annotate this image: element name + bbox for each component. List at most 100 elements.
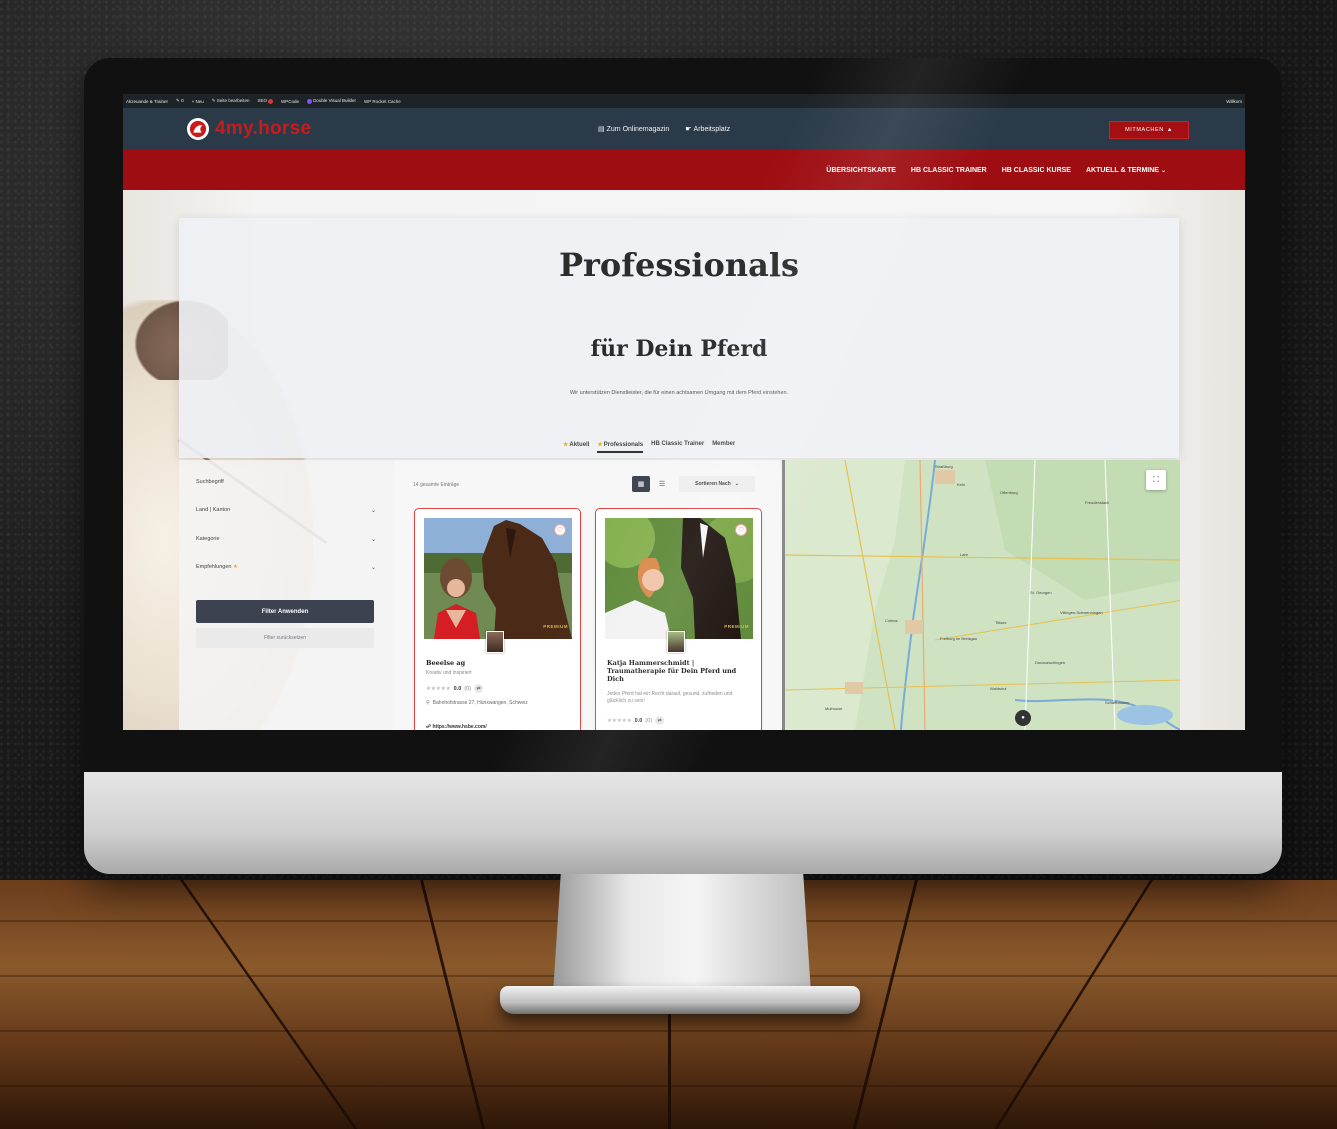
map-view[interactable]: Straßburg Offenburg Freudenstadt Kehl La…	[782, 460, 1180, 730]
category-label: Kategorie	[196, 536, 220, 542]
compare-icon[interactable]: ⇄	[474, 684, 484, 693]
map-label: Donaueschingen	[1035, 660, 1066, 665]
page-title: Professionals	[558, 246, 800, 284]
admin-comments[interactable]: ✎ 0	[176, 98, 184, 104]
map-label: Freudenstadt	[1085, 500, 1109, 505]
compare-icon[interactable]: ⇄	[655, 716, 665, 725]
join-button-label: Mitmachen	[1125, 127, 1164, 133]
reset-filter-button[interactable]: Filter zurücksetzen	[196, 628, 374, 648]
dvb-label: Double Visual Builder	[313, 98, 357, 104]
review-count: (0)	[464, 685, 472, 692]
tab-hb-classic-trainer[interactable]: HB Classic Trainer	[651, 441, 704, 453]
chevron-down-icon: ⌄	[370, 564, 376, 571]
header-links: ▤ Zum Onlinemagazin ☛ Arbeitsplatz	[598, 108, 730, 150]
monitor-stand	[553, 874, 811, 994]
listing-photo: ♡ PREMIUM	[605, 518, 753, 639]
nav-item-map[interactable]: ÜBERSICHTSKARTE	[826, 167, 896, 174]
magazine-link-label: Zum Onlinemagazin	[606, 126, 670, 133]
tab-professionals[interactable]: ★Professionals	[597, 441, 644, 453]
listing-title: Beeelse ag	[426, 659, 466, 667]
listing-photo: ♡ PREMIUM	[424, 518, 572, 639]
premium-badge: PREMIUM	[724, 624, 749, 629]
dvb-icon	[307, 98, 313, 104]
results-panel: 14 gesamte Einträge ▦ ☰ Sortieren Nach ⌄	[394, 460, 780, 730]
map-graphic	[785, 460, 1180, 730]
favorite-heart-icon[interactable]: ♡	[554, 524, 566, 536]
chevron-down-icon: ⌄	[1160, 167, 1166, 174]
monitor-chin	[84, 772, 1282, 874]
listing-title: Katja Hammerschmidt | Traumatherapie für…	[607, 659, 737, 684]
sort-dropdown[interactable]: Sortieren Nach ⌄	[679, 476, 755, 492]
listing-card[interactable]: ♡ PREMIUM Katja Hammerschmidt | Traumath…	[595, 508, 762, 730]
country-select[interactable]: Land | Kanton ⌄	[196, 504, 376, 516]
screen: Akzeuande & Trainer ✎ 0 + Neu ✎ Seite be…	[123, 94, 1245, 730]
site-header: 4my.horse ▤ Zum Onlinemagazin ☛ Arbeitspla…	[123, 108, 1245, 150]
search-field[interactable]: Suchbegriff	[196, 476, 376, 488]
search-label: Suchbegriff	[196, 479, 224, 485]
admin-cache[interactable]: WP Rocket Cache	[364, 99, 401, 104]
chevron-down-icon: ⌄	[370, 507, 376, 514]
tab-member[interactable]: Member	[712, 441, 735, 453]
workspace-link-label: Arbeitsplatz	[693, 126, 731, 133]
admin-bar: Akzeuande & Trainer ✎ 0 + Neu ✎ Seite be…	[123, 94, 1245, 108]
favorite-heart-icon[interactable]: ♡	[735, 524, 747, 536]
page-content: Professionals für Dein Pferd Wir unterst…	[123, 190, 1245, 730]
map-label: Freiburg im Breisgau	[940, 636, 978, 641]
admin-site-link[interactable]: Akzeuande & Trainer	[126, 99, 168, 104]
map-label: Colmar	[885, 618, 898, 623]
chevron-down-icon: ⌄	[734, 481, 739, 487]
comments-count: 0	[181, 98, 184, 103]
admin-new[interactable]: + Neu	[192, 99, 204, 104]
map-label: Lahr	[960, 552, 969, 557]
admin-wpcode[interactable]: WPCode	[281, 99, 299, 104]
monitor-base	[500, 986, 860, 1014]
tab-aktuell[interactable]: ★Aktuell	[563, 441, 589, 453]
admin-seo[interactable]: SEO	[257, 98, 274, 104]
list-view-button[interactable]: ☰	[654, 476, 670, 492]
listing-card[interactable]: ♡ PREMIUM Beeelse ag Kreativ und inspiri…	[414, 508, 581, 730]
listing-website-link[interactable]: ☍ https://www.hsbe.com/	[426, 724, 487, 730]
apply-filter-button[interactable]: Filter Anwenden	[196, 600, 374, 623]
admin-edit-page[interactable]: ✎ Seite bearbeiten	[212, 98, 250, 104]
tab-label: Aktuell	[569, 442, 590, 448]
page-description: Wir unterstützen Dienstleister, die für …	[569, 390, 789, 396]
nav-item-courses[interactable]: HB CLASSIC KURSE	[1002, 167, 1071, 174]
rating-value: 0.0	[634, 717, 643, 724]
recommendations-select[interactable]: Empfehlungen ★ ⌄	[196, 561, 376, 573]
map-label: Villingen-Schwenningen	[1060, 610, 1103, 615]
filter-panel: Suchbegriff Land | Kanton ⌄ Kategorie ⌄ …	[179, 460, 394, 730]
recommendations-label: Empfehlungen	[196, 564, 232, 570]
grid-view-button[interactable]: ▦	[632, 476, 650, 492]
location-pin-icon: ⚲	[426, 700, 430, 706]
grid-icon: ▦	[637, 481, 645, 488]
map-marker-icon[interactable]: ●	[1015, 710, 1031, 726]
magazine-link[interactable]: ▤ Zum Onlinemagazin	[598, 125, 669, 133]
map-label: St. Georgen	[1030, 590, 1052, 595]
map-label: Schaffhausen	[1105, 700, 1130, 705]
avatar	[667, 631, 685, 653]
listing-subtitle: Kreativ und inspiriert	[426, 670, 472, 676]
main-nav: ÜBERSICHTSKARTE HB CLASSIC TRAINER HB CL…	[123, 150, 1245, 190]
admin-dvb[interactable]: Double Visual Builder	[307, 98, 357, 104]
premium-badge: PREMIUM	[543, 624, 568, 629]
map-label: Kehl	[957, 482, 966, 487]
rating-stars-icon: ★★★★★	[607, 717, 632, 724]
edit-page-label: Seite bearbeiten	[216, 98, 250, 103]
website-text: https://www.hsbe.com/	[432, 724, 487, 730]
listing-address: ⚲ Bahnhofstrasse 27, Hünxwangen, Schweiz	[426, 700, 571, 707]
logo-text: 4my.horse	[215, 118, 312, 139]
nav-item-trainer[interactable]: HB CLASSIC TRAINER	[911, 167, 987, 174]
join-button[interactable]: Mitmachen ▲	[1109, 121, 1189, 139]
nav-item-news[interactable]: AKTUELL & TERMINE ⌄	[1086, 167, 1166, 174]
seo-label: SEO	[257, 98, 268, 104]
workspace-link[interactable]: ☛ Arbeitsplatz	[685, 125, 730, 133]
site-logo[interactable]: 4my.horse	[187, 118, 311, 140]
category-select[interactable]: Kategorie ⌄	[196, 533, 376, 545]
chevron-down-icon: ⌄	[370, 536, 376, 543]
horse-logo-icon	[187, 118, 209, 140]
avatar	[486, 631, 504, 653]
admin-welcome[interactable]: Willkom	[1226, 99, 1242, 104]
fullscreen-icon[interactable]: ⛶	[1146, 470, 1166, 490]
magazine-icon: ▤	[598, 126, 605, 133]
seo-status-icon	[268, 98, 274, 104]
